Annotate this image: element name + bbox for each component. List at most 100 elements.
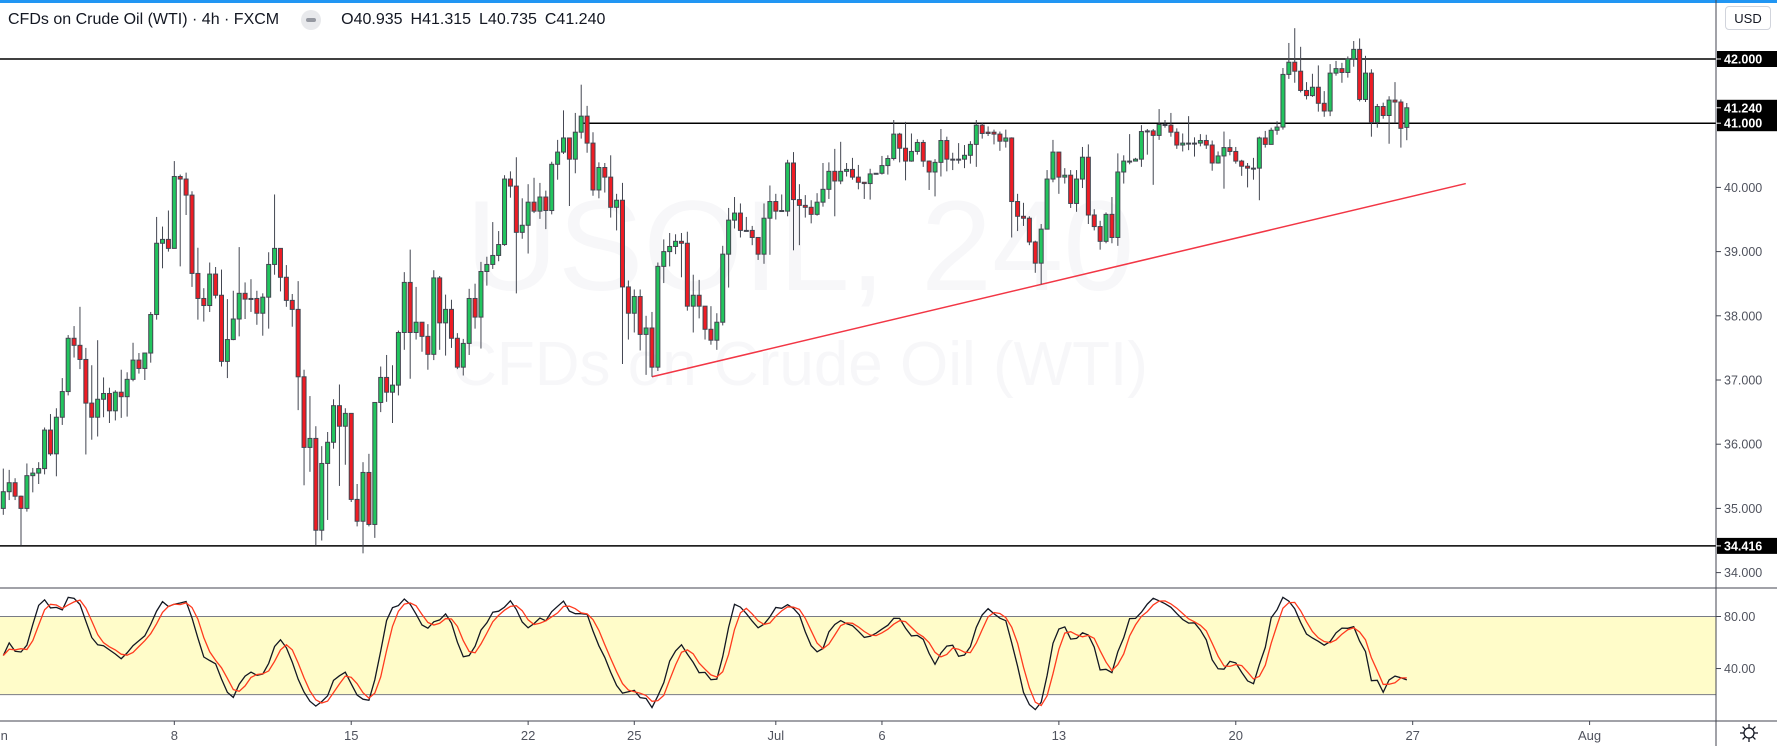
candle-body: [1215, 155, 1221, 164]
candle: [165, 210, 171, 252]
candle-body: [643, 327, 649, 335]
candle-body: [525, 201, 531, 226]
candle-body: [1339, 68, 1345, 73]
candle-body: [673, 240, 679, 247]
candle: [1174, 128, 1180, 149]
candle: [325, 432, 331, 520]
candle-body: [154, 242, 160, 316]
candle-body: [531, 201, 537, 212]
oscillator-tick-label: 40.00: [1724, 662, 1755, 676]
candle-body: [985, 131, 991, 134]
candle-body: [1056, 151, 1062, 178]
candle-body: [1109, 213, 1115, 238]
candle-body: [561, 137, 567, 153]
candle: [195, 247, 201, 320]
candle: [372, 401, 378, 538]
candle-body: [1009, 137, 1015, 203]
symbol-title[interactable]: CFDs on Crude Oil (WTI) · 4h · FXCM: [8, 11, 279, 29]
candle-body: [584, 115, 590, 144]
candle-body: [537, 196, 543, 212]
candle: [401, 272, 407, 350]
time-tick-label: 22: [521, 728, 535, 743]
candle-body: [83, 358, 89, 404]
candlestick-chart[interactable]: USOIL, 240 CFDs on Crude Oil (WTI) 40.00…: [0, 0, 1777, 746]
candle-body: [1044, 178, 1050, 230]
candle-body: [820, 188, 826, 203]
candle-body: [207, 273, 213, 307]
candle-body: [1280, 73, 1286, 128]
candle-body: [667, 245, 673, 253]
candle-body: [1097, 226, 1103, 242]
candle: [201, 288, 207, 322]
candle: [873, 172, 879, 175]
candle-body: [513, 185, 519, 233]
candle-body: [118, 391, 124, 398]
candle-body: [95, 398, 101, 418]
candle-body: [496, 244, 502, 256]
candle: [130, 342, 136, 382]
candle-body: [861, 181, 867, 185]
chart-legend: CFDs on Crude Oil (WTI) · 4h · FXCM O40.…: [8, 8, 605, 32]
candle-body: [973, 124, 979, 145]
candle-body: [160, 238, 166, 244]
currency-button[interactable]: USD: [1725, 6, 1771, 30]
candle-body: [195, 272, 201, 299]
candle: [419, 321, 425, 352]
candle-body: [53, 416, 59, 455]
candle-body: [596, 166, 602, 191]
candle-body: [614, 199, 620, 208]
candle: [590, 132, 596, 196]
gear-icon[interactable]: [1738, 722, 1760, 744]
candle-body: [1020, 215, 1026, 219]
candle: [1239, 159, 1245, 176]
candle-body: [183, 178, 189, 196]
candle: [213, 267, 219, 299]
candle-body: [460, 342, 466, 368]
candle: [1333, 60, 1339, 76]
candle-body: [1327, 72, 1333, 112]
candle-body: [991, 131, 997, 135]
candle: [885, 155, 891, 175]
candle-body: [1239, 160, 1245, 167]
candle-body: [1286, 61, 1292, 75]
candle: [248, 279, 254, 312]
low-value: L40.735: [479, 11, 537, 28]
candle-body: [378, 376, 384, 403]
candle-body: [1221, 147, 1227, 157]
candle: [224, 299, 230, 379]
candle-body: [478, 271, 484, 318]
candle-body: [1103, 213, 1109, 242]
candle-body: [425, 335, 431, 355]
candle-body: [743, 229, 749, 232]
candle: [348, 412, 354, 502]
candle-body: [454, 337, 460, 368]
time-tick-label: 20: [1229, 728, 1243, 743]
price-tick-label: 34.000: [1724, 566, 1762, 580]
candle: [342, 408, 348, 465]
candle-body: [1032, 241, 1038, 264]
candle-body: [1262, 137, 1268, 145]
candle-body: [903, 147, 909, 162]
candle-body: [242, 292, 248, 300]
candle-body: [826, 170, 832, 190]
candle-body: [1274, 126, 1280, 131]
candle-body: [1191, 142, 1197, 145]
candle-body: [89, 402, 95, 418]
candle: [1304, 82, 1310, 100]
candle: [1357, 38, 1363, 102]
candle: [112, 390, 118, 421]
candle-body: [761, 217, 767, 255]
candle: [1026, 216, 1032, 246]
candle: [454, 333, 460, 370]
candle-body: [979, 124, 985, 134]
candle-body: [224, 339, 230, 362]
candle: [24, 463, 30, 512]
candle-body: [726, 219, 732, 255]
candle-body: [1162, 123, 1168, 126]
candle-body: [1256, 137, 1262, 169]
candle-body: [466, 297, 472, 344]
high-value: H41.315: [410, 11, 472, 28]
candle: [584, 105, 590, 153]
market-status-icon[interactable]: [301, 10, 322, 30]
candle-body: [71, 337, 77, 346]
